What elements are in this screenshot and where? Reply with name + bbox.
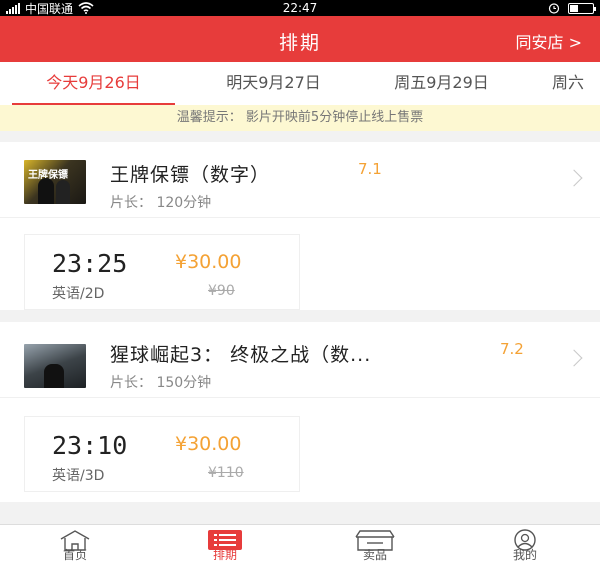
movie-length: 片长： 120分钟 (110, 195, 212, 211)
showtime-price: ¥30.00 (175, 433, 242, 455)
movie-title: 猩球崛起3： 终极之战（数... (110, 344, 372, 366)
tab-saturday[interactable]: 周六 (552, 62, 600, 105)
movie-length: 片长： 150分钟 (110, 375, 212, 391)
movie-rating: 7.1 (358, 160, 382, 178)
movie-rating: 7.2 (500, 340, 524, 358)
movie-header[interactable]: 王牌保镖 王牌保镖（数字） 7.1 片长： 120分钟 (0, 142, 600, 218)
app-header: 排期 同安店 > (0, 16, 600, 62)
showtime-language: 英语/2D (52, 286, 105, 302)
showtime-price: ¥30.00 (175, 251, 242, 273)
showtime-time: 23:25 (52, 249, 128, 278)
movie-card: 王牌保镖 王牌保镖（数字） 7.1 片长： 120分钟 23:25 ¥30.00… (0, 142, 600, 310)
nav-schedule[interactable]: 排期 (150, 525, 300, 566)
battery-icon (568, 2, 596, 14)
status-bar: 中国联通 22:47 (0, 0, 600, 16)
nav-profile[interactable]: 我的 (450, 525, 600, 566)
notice-banner: 温馨提示： 影片开映前5分钟停止线上售票 (0, 105, 600, 131)
tab-friday[interactable]: 周五9月29日 (360, 62, 523, 105)
showtime-card[interactable]: 23:25 ¥30.00 英语/2D ¥90 (24, 234, 300, 310)
nav-schedule-label: 排期 (212, 548, 237, 562)
showtime-original-price: ¥90 (208, 283, 235, 299)
alarm-icon (548, 3, 560, 14)
status-right (548, 2, 596, 14)
tab-today[interactable]: 今天9月26日 (12, 62, 175, 105)
nav-store[interactable]: 卖品 (300, 525, 450, 566)
nav-home[interactable]: 首页 (0, 525, 150, 566)
chevron-right-icon (565, 349, 583, 367)
showtime-original-price: ¥110 (208, 465, 244, 481)
nav-store-label: 卖品 (362, 548, 387, 562)
movie-poster: 王牌保镖 (24, 160, 86, 204)
movie-title: 王牌保镖（数字） (110, 164, 271, 186)
movie-header[interactable]: 猩球崛起3： 终极之战（数... 7.2 片长： 150分钟 (0, 322, 600, 398)
movie-poster (24, 344, 86, 388)
store-selector[interactable]: 同安店 > (516, 29, 583, 53)
tab-tomorrow[interactable]: 明天9月27日 (192, 62, 355, 105)
chevron-right-icon (565, 169, 583, 187)
date-tabs: 今天9月26日 明天9月27日 周五9月29日 周六 (0, 62, 600, 105)
status-time: 22:47 (282, 1, 318, 15)
bottom-nav: 首页 排期 卖品 我的 (0, 524, 600, 566)
showtime-time: 23:10 (52, 431, 128, 460)
nav-home-label: 首页 (62, 548, 87, 562)
showtime-language: 英语/3D (52, 468, 105, 484)
showtime-card[interactable]: 23:10 ¥30.00 英语/3D ¥110 (24, 416, 300, 492)
page-title: 排期 (278, 32, 321, 54)
movie-card: 猩球崛起3： 终极之战（数... 7.2 片长： 150分钟 23:10 ¥30… (0, 322, 600, 502)
nav-profile-label: 我的 (512, 548, 537, 562)
